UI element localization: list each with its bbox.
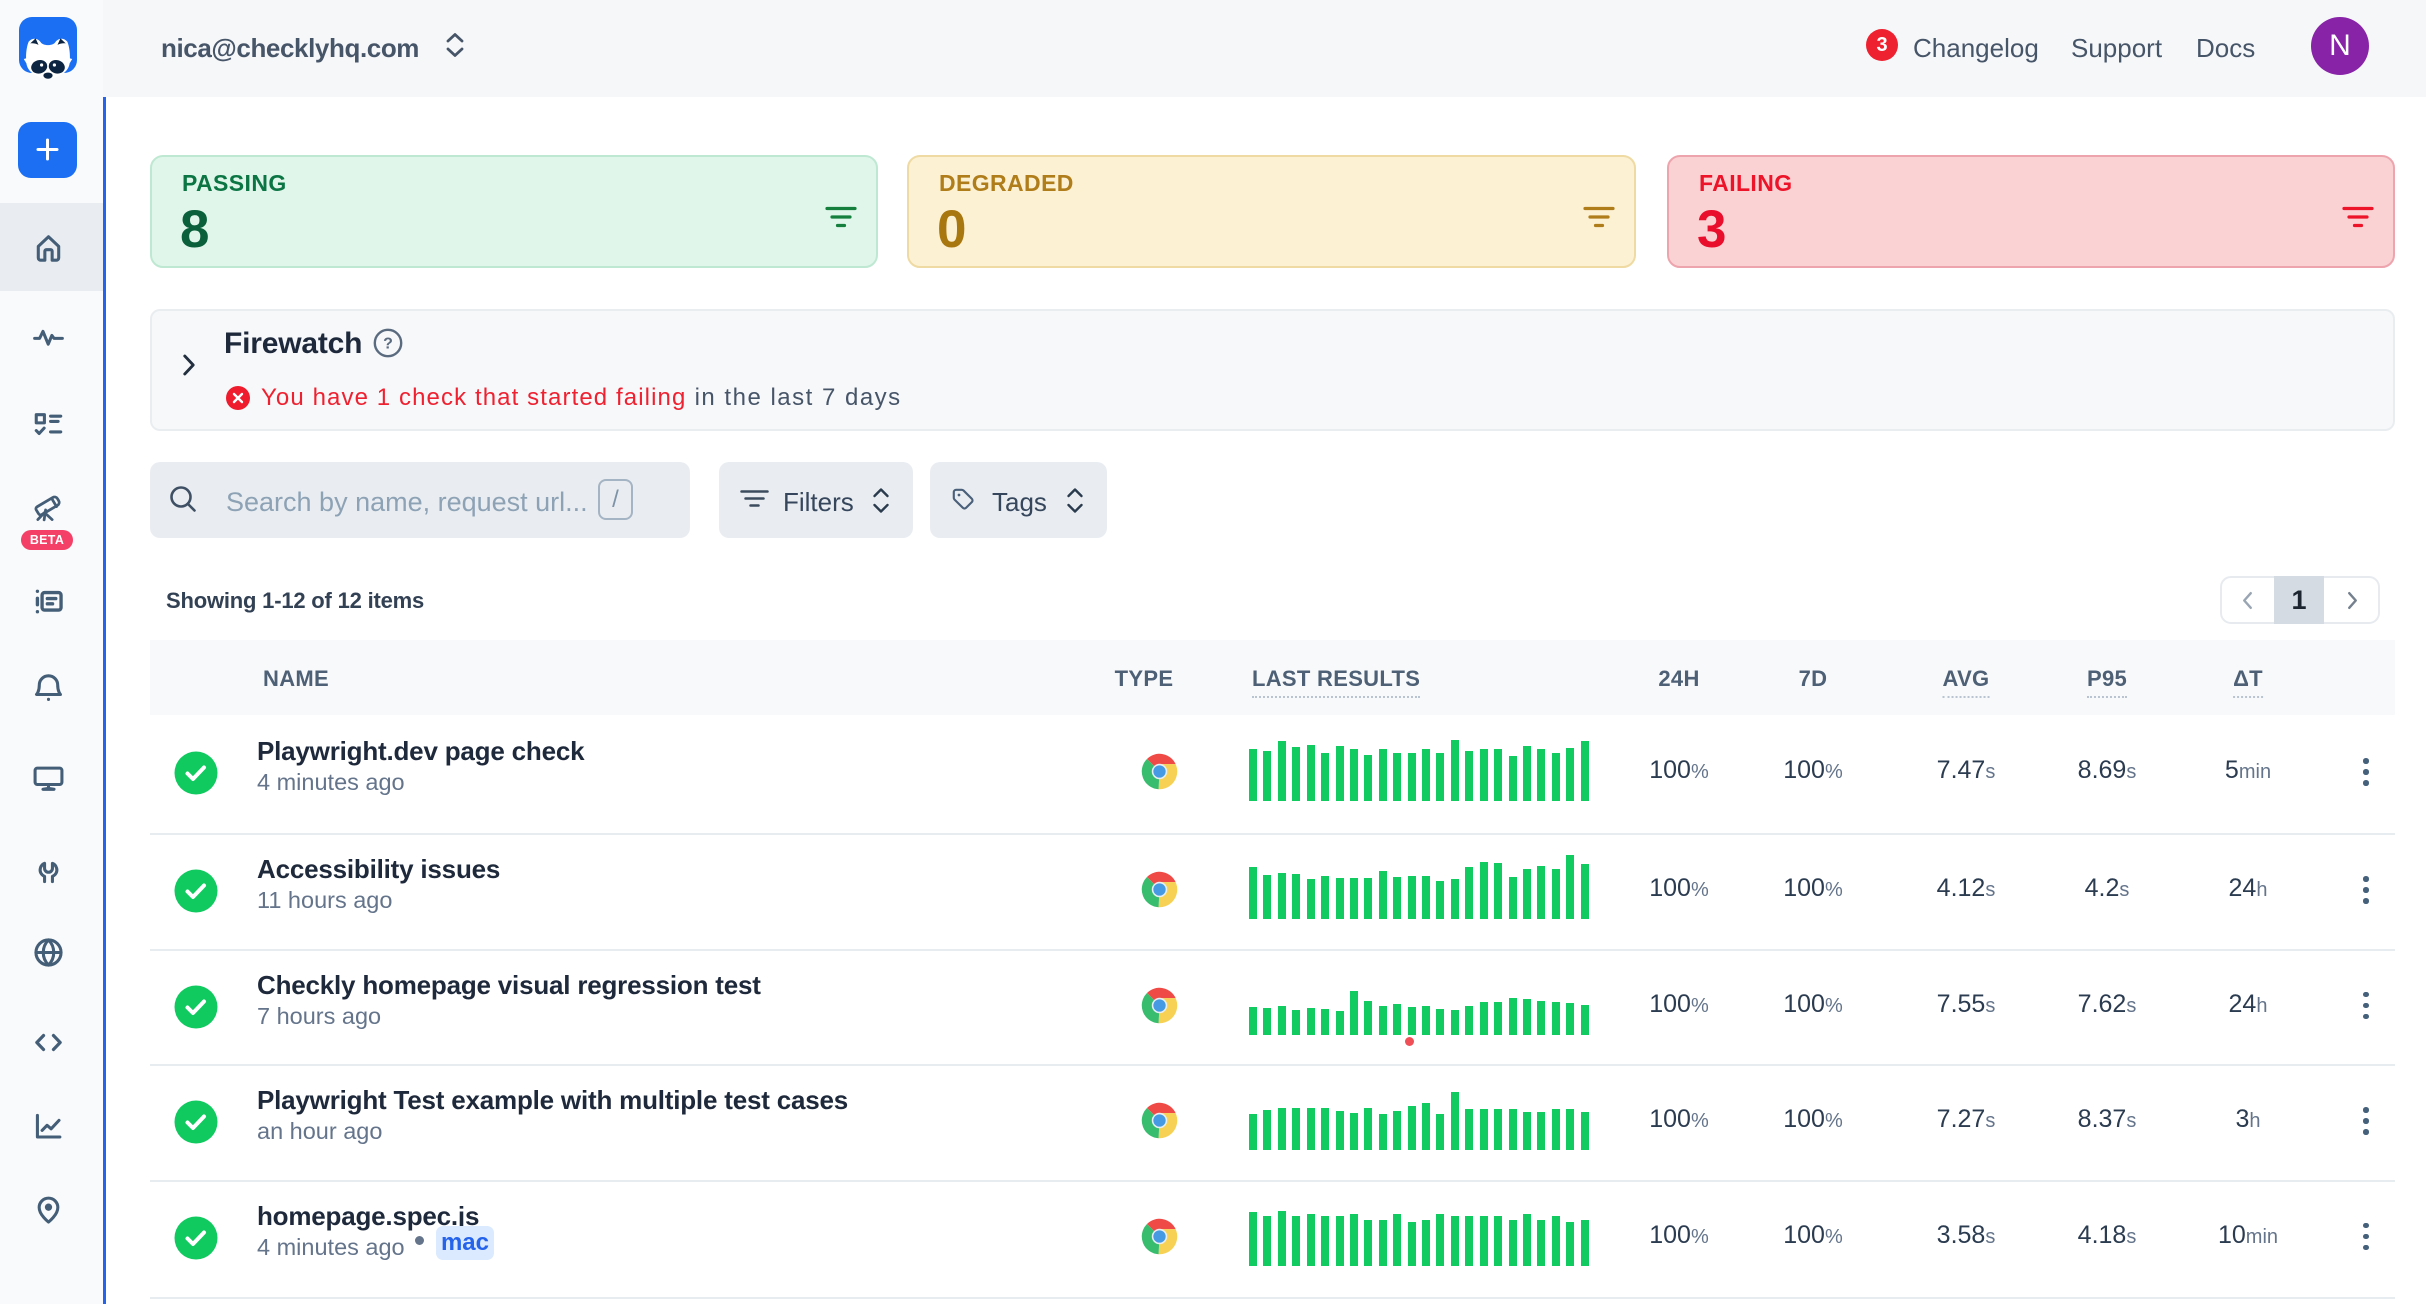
svg-text:?: ?: [383, 336, 393, 353]
